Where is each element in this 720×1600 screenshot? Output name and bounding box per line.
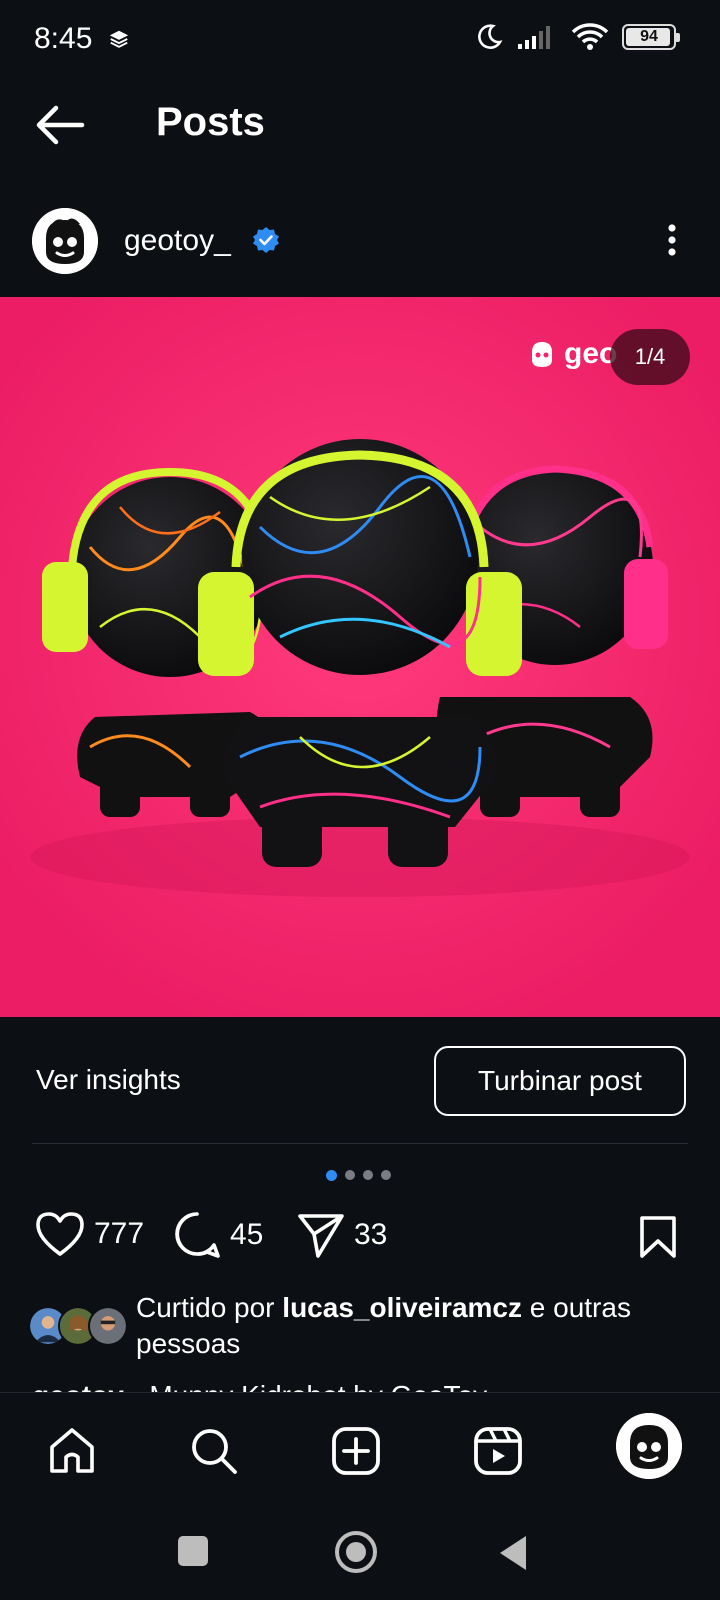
battery-level: 94: [640, 28, 658, 45]
avatar: [88, 1306, 128, 1346]
nav-search[interactable]: [186, 1423, 242, 1479]
share-button[interactable]: 33: [296, 1210, 387, 1260]
back-triangle-icon[interactable]: [496, 1534, 530, 1572]
liked-by-username[interactable]: lucas_oliveiramcz: [282, 1292, 522, 1323]
status-time: 8:45: [34, 22, 93, 55]
view-insights-link[interactable]: Ver insights: [36, 1064, 181, 1096]
liked-by-avatars: [28, 1306, 128, 1350]
geotoy-logo-icon: [32, 208, 98, 274]
carousel-page-counter: 1/4: [610, 329, 690, 385]
battery-indicator: 94: [622, 24, 680, 50]
comment-button[interactable]: 45: [172, 1210, 263, 1260]
carousel-dots: [326, 1170, 391, 1181]
liked-by[interactable]: Curtido por lucas_oliveiramcz e outras p…: [0, 1290, 720, 1380]
bookmark-icon[interactable]: [638, 1214, 678, 1260]
divider: [32, 1143, 688, 1144]
status-bar: 8:45 94: [0, 0, 720, 80]
engagement-bar: 777 45 33: [0, 1210, 720, 1270]
nav-create[interactable]: [328, 1423, 384, 1479]
nav-profile[interactable]: [616, 1413, 682, 1479]
post-header: geotoy_: [0, 200, 720, 290]
home-circle-icon[interactable]: [334, 1530, 378, 1574]
like-count: 777: [94, 1217, 145, 1250]
insights-row: Ver insights Turbinar post: [0, 1040, 720, 1130]
layers-icon: [109, 30, 129, 48]
carousel-dot: [345, 1170, 355, 1180]
profile-avatar: [616, 1413, 682, 1479]
recents-icon[interactable]: [176, 1534, 210, 1568]
comment-icon: [175, 1212, 220, 1258]
app-header: Posts: [0, 80, 720, 170]
moon-icon: [478, 24, 503, 49]
geotoy-logo-icon: [532, 342, 552, 367]
carousel-dot-active: [326, 1170, 337, 1181]
status-icons: 94: [474, 22, 680, 52]
comment-count: 45: [230, 1218, 264, 1251]
arrow-left-icon[interactable]: [34, 100, 88, 150]
signal-icon: [518, 26, 550, 49]
more-vertical-icon[interactable]: [654, 220, 690, 260]
verified-badge-icon: [253, 227, 279, 253]
bottom-nav: [0, 1392, 720, 1512]
nav-reels[interactable]: [470, 1423, 526, 1479]
liked-by-prefix: Curtido por: [136, 1292, 275, 1323]
send-icon: [298, 1214, 344, 1258]
page-title: Posts: [156, 100, 265, 144]
like-button[interactable]: 777: [34, 1210, 144, 1258]
avatar[interactable]: [32, 208, 98, 274]
system-nav: [0, 1512, 720, 1600]
wifi-icon: [571, 23, 609, 50]
brand-logo: geo: [526, 337, 617, 371]
carousel-dot: [381, 1170, 391, 1180]
share-count: 33: [354, 1218, 388, 1251]
post-username[interactable]: geotoy_: [124, 224, 231, 258]
liked-by-text: Curtido por lucas_oliveiramcz e outras p…: [136, 1290, 696, 1362]
search-icon: [192, 1429, 237, 1474]
post-image[interactable]: geo 1/4: [0, 297, 720, 1017]
home-icon: [50, 1428, 94, 1473]
create-icon: [332, 1427, 380, 1475]
heart-icon: [36, 1212, 84, 1256]
carousel-dot: [363, 1170, 373, 1180]
toy-figures-illustration: [0, 297, 720, 1017]
nav-home[interactable]: [44, 1423, 100, 1479]
reels-icon: [474, 1427, 522, 1475]
boost-post-button[interactable]: Turbinar post: [434, 1046, 686, 1116]
